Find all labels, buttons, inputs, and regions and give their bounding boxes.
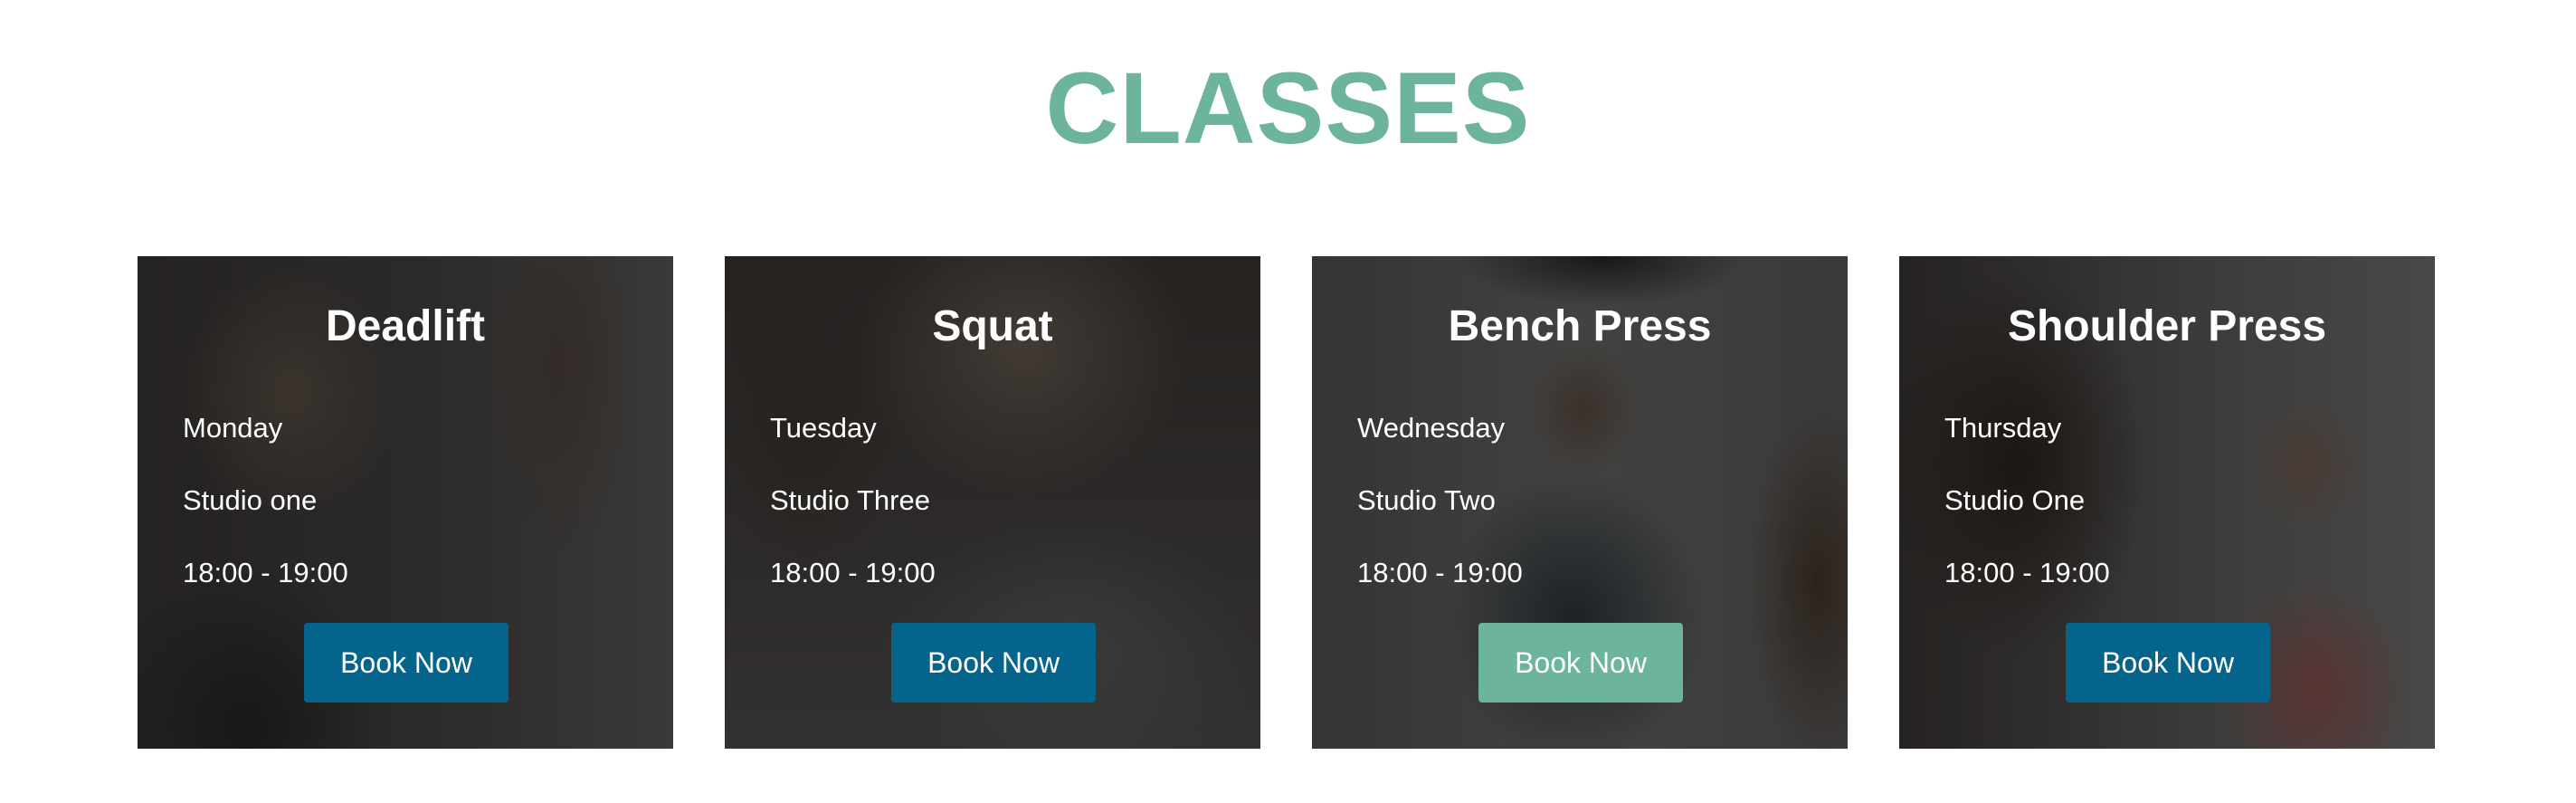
class-day: Tuesday — [770, 412, 877, 444]
class-card-deadlift: Deadlift Monday Studio one 18:00 - 19:00… — [138, 256, 673, 749]
card-content: Shoulder Press Thursday Studio One 18:00… — [1899, 256, 2435, 749]
class-name: Shoulder Press — [2007, 302, 2327, 350]
class-card-bench-press: Bench Press Wednesday Studio Two 18:00 -… — [1312, 256, 1848, 749]
classes-section: CLASSES Deadlift Monday Studio one 18:00… — [0, 0, 2576, 803]
class-name: Squat — [932, 302, 1053, 350]
class-day: Thursday — [1944, 412, 2062, 444]
class-day: Wednesday — [1357, 412, 1506, 444]
card-content: Bench Press Wednesday Studio Two 18:00 -… — [1312, 256, 1848, 749]
book-now-button[interactable]: Book Now — [304, 623, 509, 703]
class-studio: Studio Three — [770, 484, 930, 516]
class-time: 18:00 - 19:00 — [1944, 557, 2110, 588]
class-card-squat: Squat Tuesday Studio Three 18:00 - 19:00… — [725, 256, 1260, 749]
card-content: Deadlift Monday Studio one 18:00 - 19:00… — [138, 256, 673, 749]
book-now-button[interactable]: Book Now — [2066, 623, 2270, 703]
book-now-button[interactable]: Book Now — [1478, 623, 1683, 703]
class-cards: Deadlift Monday Studio one 18:00 - 19:00… — [138, 256, 2436, 749]
book-now-button[interactable]: Book Now — [891, 623, 1096, 703]
class-studio: Studio Two — [1357, 484, 1496, 516]
section-title: CLASSES — [1045, 52, 1531, 165]
class-name: Deadlift — [325, 302, 485, 350]
class-name: Bench Press — [1448, 302, 1712, 350]
class-time: 18:00 - 19:00 — [183, 557, 348, 588]
class-day: Monday — [183, 412, 283, 444]
card-content: Squat Tuesday Studio Three 18:00 - 19:00… — [725, 256, 1260, 749]
class-time: 18:00 - 19:00 — [1357, 557, 1523, 588]
class-studio: Studio one — [183, 484, 318, 516]
class-time: 18:00 - 19:00 — [770, 557, 936, 588]
class-card-shoulder-press: Shoulder Press Thursday Studio One 18:00… — [1899, 256, 2435, 749]
class-studio: Studio One — [1944, 484, 2086, 516]
